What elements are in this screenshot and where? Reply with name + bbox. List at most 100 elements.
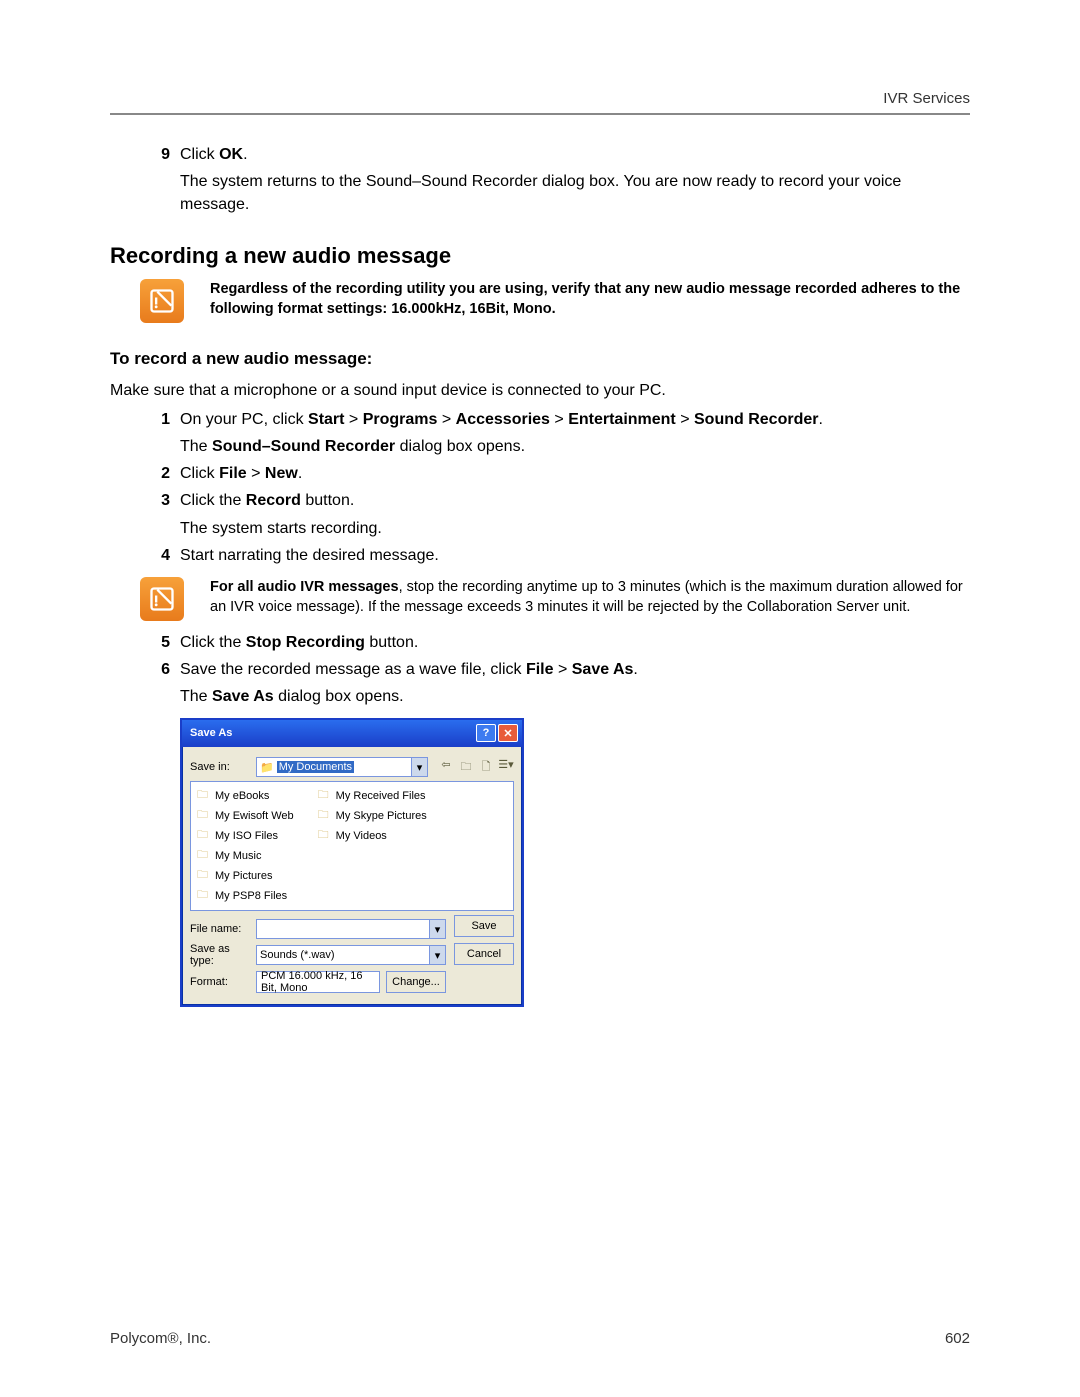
b: Programs <box>363 411 438 428</box>
b: Accessories <box>456 411 550 428</box>
filename-input[interactable]: ▾ <box>256 919 446 939</box>
b: New <box>265 465 298 482</box>
savein-combo[interactable]: 📁 My Documents ▾ <box>256 757 428 777</box>
help-icon[interactable]: ? <box>476 724 496 742</box>
savein-label: Save in: <box>190 761 250 773</box>
b: Start <box>308 411 344 428</box>
list-item[interactable]: 🗀 My Ewisoft Web <box>197 806 294 825</box>
note-lead: For all audio IVR messages <box>210 579 399 595</box>
views-icon[interactable]: ☰▾ <box>498 758 514 777</box>
file-name: My ISO Files <box>215 830 278 842</box>
file-name: My PSP8 Files <box>215 890 287 902</box>
text-bold: OK <box>219 146 243 163</box>
list-item[interactable]: 🗀My Skype Pictures <box>318 806 427 825</box>
b: Record <box>246 492 301 509</box>
close-icon[interactable]: ✕ <box>498 724 518 742</box>
list-item[interactable]: 🗀 My eBooks <box>197 786 294 805</box>
t: dialog box opens. <box>395 438 525 455</box>
savetype-combo[interactable]: Sounds (*.wav) ▾ <box>256 945 446 965</box>
savetype-label: Save as type: <box>190 943 250 967</box>
step-5: 5 Click the Stop Recording button. <box>140 631 970 654</box>
note-icon <box>140 279 184 323</box>
save-as-dialog: Save As ? ✕ Save in: 📁 My Documents ▾ ⇦ … <box>180 718 524 1007</box>
file-list[interactable]: 🗀 My eBooks 🗀 My Ewisoft Web 🗀 My ISO Files… <box>190 781 514 911</box>
step-3-follow: The system starts recording. <box>180 517 970 540</box>
step-number: 3 <box>140 489 180 512</box>
format-value: PCM 16.000 kHz, 16 Bit, Mono <box>261 970 375 994</box>
footer-left: Polycom®, Inc. <box>110 1330 211 1347</box>
step-number: 1 <box>140 408 180 431</box>
step-2: 2 Click File > New. <box>140 462 970 485</box>
folder-icon: 🗀 <box>197 846 211 865</box>
note-icon <box>140 577 184 621</box>
folder-icon: 🗀 <box>318 806 332 825</box>
footer-page: 602 <box>945 1330 970 1347</box>
t: Click <box>180 465 219 482</box>
list-item[interactable]: 🗀My Videos <box>318 826 427 845</box>
change-button[interactable]: Change... <box>386 971 446 993</box>
list-item[interactable]: 🗀My Music <box>197 846 294 865</box>
folder-icon: 🗀 <box>197 806 211 825</box>
header-rule <box>110 113 970 115</box>
step-9: 9 Click OK. <box>140 143 970 166</box>
t: On your PC, click <box>180 411 308 428</box>
step-number: 5 <box>140 631 180 654</box>
t: button. <box>301 492 354 509</box>
t: . <box>633 661 637 678</box>
chevron-down-icon[interactable]: ▾ <box>429 920 445 938</box>
t: > <box>676 411 694 428</box>
folder-icon: 🗀 <box>197 866 211 885</box>
cancel-button[interactable]: Cancel <box>454 943 514 965</box>
save-button[interactable]: Save <box>454 915 514 937</box>
list-item[interactable]: 🗀My Received Files <box>318 786 427 805</box>
b: Sound Recorder <box>694 411 818 428</box>
t: > <box>554 661 572 678</box>
b: File <box>219 465 247 482</box>
list-item[interactable]: 🗀 My ISO Files <box>197 826 294 845</box>
dialog-titlebar[interactable]: Save As ? ✕ <box>182 720 522 747</box>
b: File <box>526 661 554 678</box>
t: Start narrating the desired message. <box>180 547 439 564</box>
step-9-followup: The system returns to the Sound–Sound Re… <box>180 170 970 216</box>
format-display: PCM 16.000 kHz, 16 Bit, Mono <box>256 971 380 993</box>
folder-icon: 🗀 <box>197 826 211 845</box>
t: The <box>180 438 212 455</box>
file-name: My Pictures <box>215 870 272 882</box>
section-heading: Recording a new audio message <box>110 243 970 269</box>
folder-icon: 🗀 <box>197 786 211 805</box>
step-1: 1 On your PC, click Start > Programs > A… <box>140 408 970 431</box>
file-name: My Videos <box>336 830 387 842</box>
intro-text: Make sure that a microphone or a sound i… <box>110 379 970 402</box>
back-icon[interactable]: ⇦ <box>438 758 454 777</box>
t: The <box>180 688 212 705</box>
filename-label: File name: <box>190 923 250 935</box>
t: Save the recorded message as a wave file… <box>180 661 526 678</box>
t: Click the <box>180 634 246 651</box>
note-text: Regardless of the recording utility you … <box>210 281 960 317</box>
step-3: 3 Click the Record button. <box>140 489 970 512</box>
list-item[interactable]: 🗀 My PSP8 Files <box>197 886 294 905</box>
t: button. <box>365 634 418 651</box>
up-icon[interactable]: 🗀 <box>458 758 474 777</box>
step-number: 9 <box>140 143 180 166</box>
note-block: Regardless of the recording utility you … <box>140 279 970 323</box>
savein-value: My Documents <box>277 761 354 773</box>
t: > <box>344 411 362 428</box>
t: > <box>437 411 455 428</box>
t: > <box>247 465 265 482</box>
newfolder-icon[interactable]: 🗋 <box>478 758 494 777</box>
chevron-down-icon[interactable]: ▾ <box>429 946 445 964</box>
header-category: IVR Services <box>110 90 970 113</box>
savetype-value: Sounds (*.wav) <box>260 949 335 961</box>
b: Stop Recording <box>246 634 365 651</box>
list-item[interactable]: 🗀 My Pictures <box>197 866 294 885</box>
file-name: My eBooks <box>215 790 269 802</box>
file-name: My Received Files <box>336 790 426 802</box>
folder-icon: 🗀 <box>197 886 211 905</box>
chevron-down-icon[interactable]: ▾ <box>411 758 427 776</box>
b: Save As <box>212 688 274 705</box>
t: Click the <box>180 492 246 509</box>
file-name: My Ewisoft Web <box>215 810 294 822</box>
folder-icon: 📁 <box>260 761 274 774</box>
b: Save As <box>572 661 634 678</box>
